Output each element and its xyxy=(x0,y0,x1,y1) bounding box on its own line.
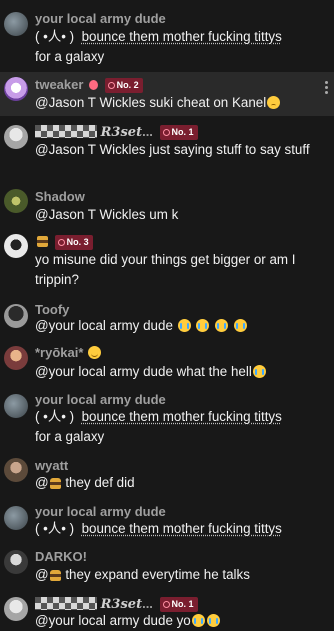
message-text: @your local army dude yo xyxy=(35,611,327,631)
rank-badge: No. 1 xyxy=(159,597,198,612)
author-name[interactable]: tweaker No. 2 xyxy=(35,77,143,93)
rank-badge-label: No. 2 xyxy=(116,80,139,90)
chat-message: wyatt @ they def did xyxy=(0,453,334,499)
message-body: they def did xyxy=(61,475,135,490)
message-text: ( •人• ) bounce them mother fucking titty… xyxy=(35,519,327,539)
mention[interactable]: @Jason T Wickles xyxy=(35,95,146,110)
chat-message-highlighted: tweaker No. 2 @Jason T Wickles suki chea… xyxy=(0,72,334,116)
author-name[interactable]: R3set... No. 1 xyxy=(35,596,198,612)
message-body: suki cheat on Kanel xyxy=(145,95,267,110)
message-text-part: bounce them mother fucking tittys xyxy=(81,29,282,44)
chat-message: R3set... No. 1 @your local army dude yo xyxy=(0,591,334,631)
message-body-prefix[interactable]: @ xyxy=(35,475,49,490)
rank-icon xyxy=(162,601,170,608)
avatar[interactable] xyxy=(4,77,28,101)
avatar[interactable] xyxy=(4,234,28,258)
message-text: @your local army dude xyxy=(35,316,327,336)
avatar[interactable] xyxy=(4,189,28,213)
message-text-part: bounce them mother fucking tittys xyxy=(81,521,282,536)
rank-badge: No. 3 xyxy=(54,235,93,250)
author-name[interactable]: your local army dude xyxy=(35,11,166,27)
avatar[interactable] xyxy=(4,346,28,370)
rank-badge: No. 2 xyxy=(104,78,143,93)
message-text: @Jason T Wickles um k xyxy=(35,207,179,222)
burger-emoji xyxy=(49,570,61,581)
message-text-part: ( •人• ) xyxy=(35,29,75,44)
pixelated-name-image xyxy=(35,125,97,138)
message-text: yo misune did your things get bigger or … xyxy=(35,252,296,287)
loudly-crying-face-emoji xyxy=(233,319,247,332)
loudly-crying-face-emoji xyxy=(196,319,210,332)
chat-feed: your local army dude ( •人• ) bounce them… xyxy=(0,0,334,631)
message-text-part: for a galaxy xyxy=(35,48,105,64)
author-name-suffix[interactable]: R3set xyxy=(101,125,142,140)
pixelated-name-image xyxy=(35,597,97,610)
loudly-crying-face-emoji xyxy=(191,614,205,627)
message-body: they expand everytime he talks xyxy=(61,567,250,582)
chat-message: Toofy @your local army dude xyxy=(0,296,334,340)
chat-message: R3set... No. 1 @Jason T Wickles just say… xyxy=(0,116,334,181)
avatar[interactable] xyxy=(4,458,28,482)
message-body-prefix[interactable]: @ xyxy=(35,567,49,582)
burger-emoji xyxy=(37,236,48,247)
avatar[interactable] xyxy=(4,550,28,574)
author-name[interactable]: DARKO! xyxy=(35,549,87,565)
author-name-text[interactable]: tweaker xyxy=(35,77,83,92)
loudly-crying-face-emoji xyxy=(252,365,266,378)
smiling-face-emoji xyxy=(88,346,102,359)
message-text: ( •人• ) bounce them mother fucking titty… xyxy=(35,27,327,66)
avatar[interactable] xyxy=(4,304,28,328)
author-name-text[interactable]: *ryōkai* xyxy=(35,345,83,360)
avatar[interactable] xyxy=(4,394,28,418)
author-name[interactable]: Shadow xyxy=(35,189,85,205)
author-name-trail: ... xyxy=(142,596,153,611)
gift-icon xyxy=(89,80,99,90)
rank-badge: No. 1 xyxy=(159,125,198,140)
loudly-crying-face-emoji xyxy=(206,614,220,627)
chat-message: No. 3 yo misune did your things get bigg… xyxy=(0,226,334,296)
message-text: @Jason T Wickles just saying stuff to sa… xyxy=(35,142,310,157)
author-name[interactable]: your local army dude xyxy=(35,504,166,520)
rank-badge-label: No. 3 xyxy=(66,237,89,247)
message-text: ( •人• ) bounce them mother fucking titty… xyxy=(35,407,327,446)
chat-message: your local army dude ( •人• ) bounce them… xyxy=(0,387,334,453)
chat-message: your local army dude ( •人• ) bounce them… xyxy=(0,499,334,545)
rank-icon xyxy=(162,129,170,136)
chat-message: *ryōkai* @your local army dude what the … xyxy=(0,340,334,387)
message-text: @ they expand everytime he talks xyxy=(35,565,327,585)
chat-message: DARKO! @ they expand everytime he talks xyxy=(0,545,334,591)
rank-badge-label: No. 1 xyxy=(171,127,194,137)
burger-emoji xyxy=(49,478,61,489)
message-text-part: ( •人• ) xyxy=(35,409,75,424)
author-name[interactable]: wyatt xyxy=(35,458,68,474)
avatar[interactable] xyxy=(4,506,28,530)
author-name[interactable]: R3set... No. 1 xyxy=(35,124,198,140)
more-vert-icon[interactable] xyxy=(325,81,328,95)
loudly-crying-face-emoji xyxy=(177,319,191,332)
avatar[interactable] xyxy=(4,597,28,621)
message-text: @your local army dude what the hell xyxy=(35,362,327,382)
message-text: @ they def did xyxy=(35,473,327,493)
avatar[interactable] xyxy=(4,125,28,149)
rank-icon xyxy=(107,82,115,89)
loudly-crying-face-emoji xyxy=(215,319,229,332)
message-text-part: ( •人• ) xyxy=(35,521,75,536)
author-name-trail: ... xyxy=(142,124,153,139)
message-body: @your local army dude what the hell xyxy=(35,364,252,379)
rank-icon xyxy=(57,239,65,246)
author-name-suffix[interactable]: R3set xyxy=(101,597,142,612)
message-body: @your local army dude yo xyxy=(35,613,191,628)
author-name[interactable]: *ryōkai* xyxy=(35,345,102,361)
message-text: @Jason T Wickles suki cheat on Kanel xyxy=(35,93,327,113)
author-name[interactable]: No. 3 xyxy=(35,234,93,250)
message-text-part: bounce them mother fucking tittys xyxy=(81,409,282,424)
message-body: @your local army dude xyxy=(35,318,177,333)
chat-message: your local army dude ( •人• ) bounce them… xyxy=(0,0,334,72)
author-name[interactable]: your local army dude xyxy=(35,392,166,408)
rank-badge-label: No. 1 xyxy=(171,599,194,609)
message-text-part: for a galaxy xyxy=(35,428,105,444)
pensive-face-emoji xyxy=(267,96,281,109)
avatar[interactable] xyxy=(4,12,28,36)
chat-message: Shadow @Jason T Wickles um k xyxy=(0,181,334,226)
